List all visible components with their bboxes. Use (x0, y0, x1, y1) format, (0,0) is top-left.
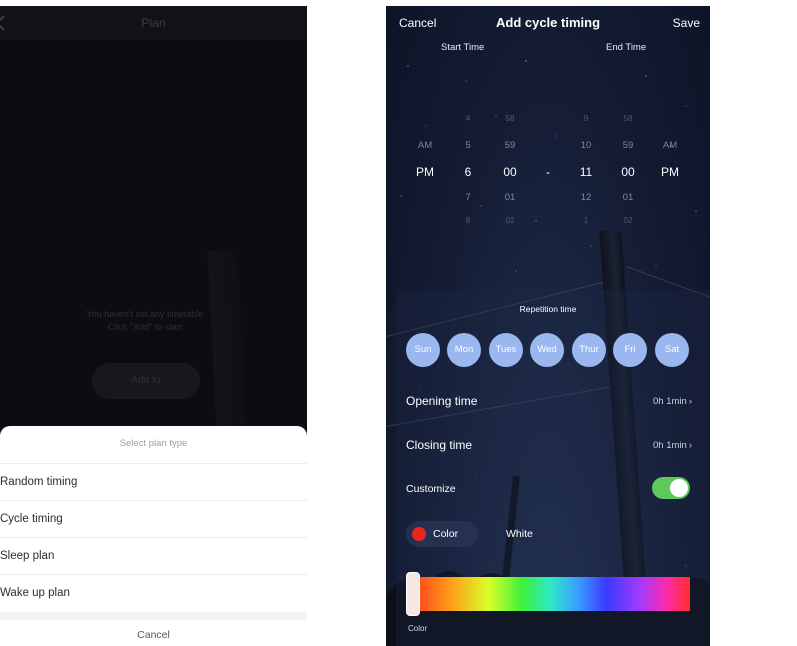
add-cycle-timing-screen: Cancel Add cycle timing Save Start Time … (386, 6, 710, 646)
start-ampm-wheel[interactable]: AM PM (405, 136, 445, 186)
wheel-item-selected: PM (661, 165, 679, 179)
customize-toggle[interactable] (652, 477, 690, 499)
wheel-item-selected: 6 (464, 165, 472, 179)
sheet-separator (0, 612, 307, 620)
wheel-item: 02 (505, 216, 515, 225)
wheel-item-selected: 00 (621, 165, 635, 179)
end-ampm-wheel[interactable]: AM PM (650, 136, 690, 186)
day-toggle-sun[interactable]: Sun (406, 333, 440, 367)
separator-text: - (546, 165, 550, 179)
wheel-item: 58 (623, 114, 633, 123)
plan-option-label: Random timing (0, 476, 78, 488)
wheel-item: 1 (583, 216, 589, 225)
spectrum-slider-handle[interactable] (406, 572, 420, 616)
wheel-item: 58 (505, 114, 515, 123)
wheel-item: 59 (504, 140, 516, 151)
day-toggle-mon[interactable]: Mon (447, 333, 481, 367)
wheel-item: AM (662, 140, 678, 151)
toggle-knob (670, 479, 688, 497)
sheet-cancel-button[interactable]: Cancel (0, 629, 307, 641)
white-mode-option[interactable]: White (506, 528, 533, 540)
chevron-right-icon: › (688, 396, 692, 407)
repetition-title: Repetition time (519, 304, 577, 314)
save-button[interactable]: Save (673, 16, 700, 30)
wheel-item: 10 (580, 140, 592, 151)
plan-screen: Plan You haven't set any timetable Click… (0, 6, 307, 646)
start-time-label: Start Time (441, 42, 485, 53)
color-spectrum-slider[interactable] (411, 577, 690, 611)
color-dot-icon (412, 527, 426, 541)
customize-label: Customize (406, 483, 456, 495)
empty-state-line-1: You haven't set any timetable (86, 309, 204, 319)
plan-option-label: Sleep plan (0, 550, 55, 562)
wheel-item: 9 (583, 114, 589, 123)
empty-state-line-2: Click "Add" to start (107, 322, 183, 332)
wheel-item: 01 (504, 192, 516, 203)
plan-title: Plan (141, 16, 166, 30)
wheel-item: 59 (622, 140, 634, 151)
day-toggle-sat[interactable]: Sat (655, 333, 689, 367)
wheel-item: 12 (580, 192, 592, 203)
add-plan-button[interactable]: Add to (92, 363, 200, 399)
page-title: Add cycle timing (495, 15, 601, 30)
wheel-item: AM (417, 140, 433, 151)
wheel-item: 4 (465, 114, 471, 123)
plan-option-cycle-timing[interactable]: Cycle timing (0, 500, 307, 537)
day-toggle-wed[interactable]: Wed (530, 333, 564, 367)
spectrum-caption: Color (408, 624, 428, 633)
plan-type-sheet: Select plan type Random timing Cycle tim… (0, 426, 307, 646)
end-time-label: End Time (606, 42, 647, 53)
plan-option-sleep-plan[interactable]: Sleep plan (0, 537, 307, 574)
end-hour-wheel[interactable]: 9 10 11 12 1 (566, 114, 606, 234)
plan-nav-bar: Plan (0, 6, 307, 40)
day-toggle-thur[interactable]: Thur (572, 333, 606, 367)
opening-time-label: Opening time (406, 394, 478, 408)
color-mode-chip[interactable]: Color (406, 521, 478, 547)
opening-time-value[interactable]: 0h 1min › (653, 396, 692, 407)
plan-option-label: Cycle timing (0, 513, 63, 525)
wheel-item-selected: 00 (503, 165, 517, 179)
opening-time-text: 0h 1min (653, 396, 687, 407)
end-minute-wheel[interactable]: 58 59 00 01 02 (608, 114, 648, 234)
day-toggle-fri[interactable]: Fri (613, 333, 647, 367)
start-minute-wheel[interactable]: 58 59 00 01 02 (490, 114, 530, 234)
wheel-item-selected: 11 (579, 165, 593, 179)
sheet-title: Select plan type (119, 438, 188, 449)
plan-option-wake-up-plan[interactable]: Wake up plan (0, 574, 307, 611)
chevron-right-icon: › (688, 440, 692, 451)
day-toggle-tues[interactable]: Tues (489, 333, 523, 367)
color-chip-label: Color (433, 528, 459, 540)
wheel-item: 01 (622, 192, 634, 203)
plan-option-label: Wake up plan (0, 587, 70, 599)
background-pole (207, 251, 247, 431)
closing-time-label: Closing time (406, 438, 473, 452)
plan-option-random-timing[interactable]: Random timing (0, 463, 307, 500)
wheel-item: 7 (465, 192, 471, 203)
closing-time-text: 0h 1min (653, 440, 687, 451)
wheel-item: 5 (465, 140, 471, 151)
wheel-item: 02 (623, 216, 633, 225)
wheel-item-selected: PM (416, 165, 434, 179)
wheel-item: 8 (465, 216, 471, 225)
start-hour-wheel[interactable]: 4 5 6 7 8 (448, 114, 488, 234)
closing-time-value[interactable]: 0h 1min › (653, 440, 692, 451)
